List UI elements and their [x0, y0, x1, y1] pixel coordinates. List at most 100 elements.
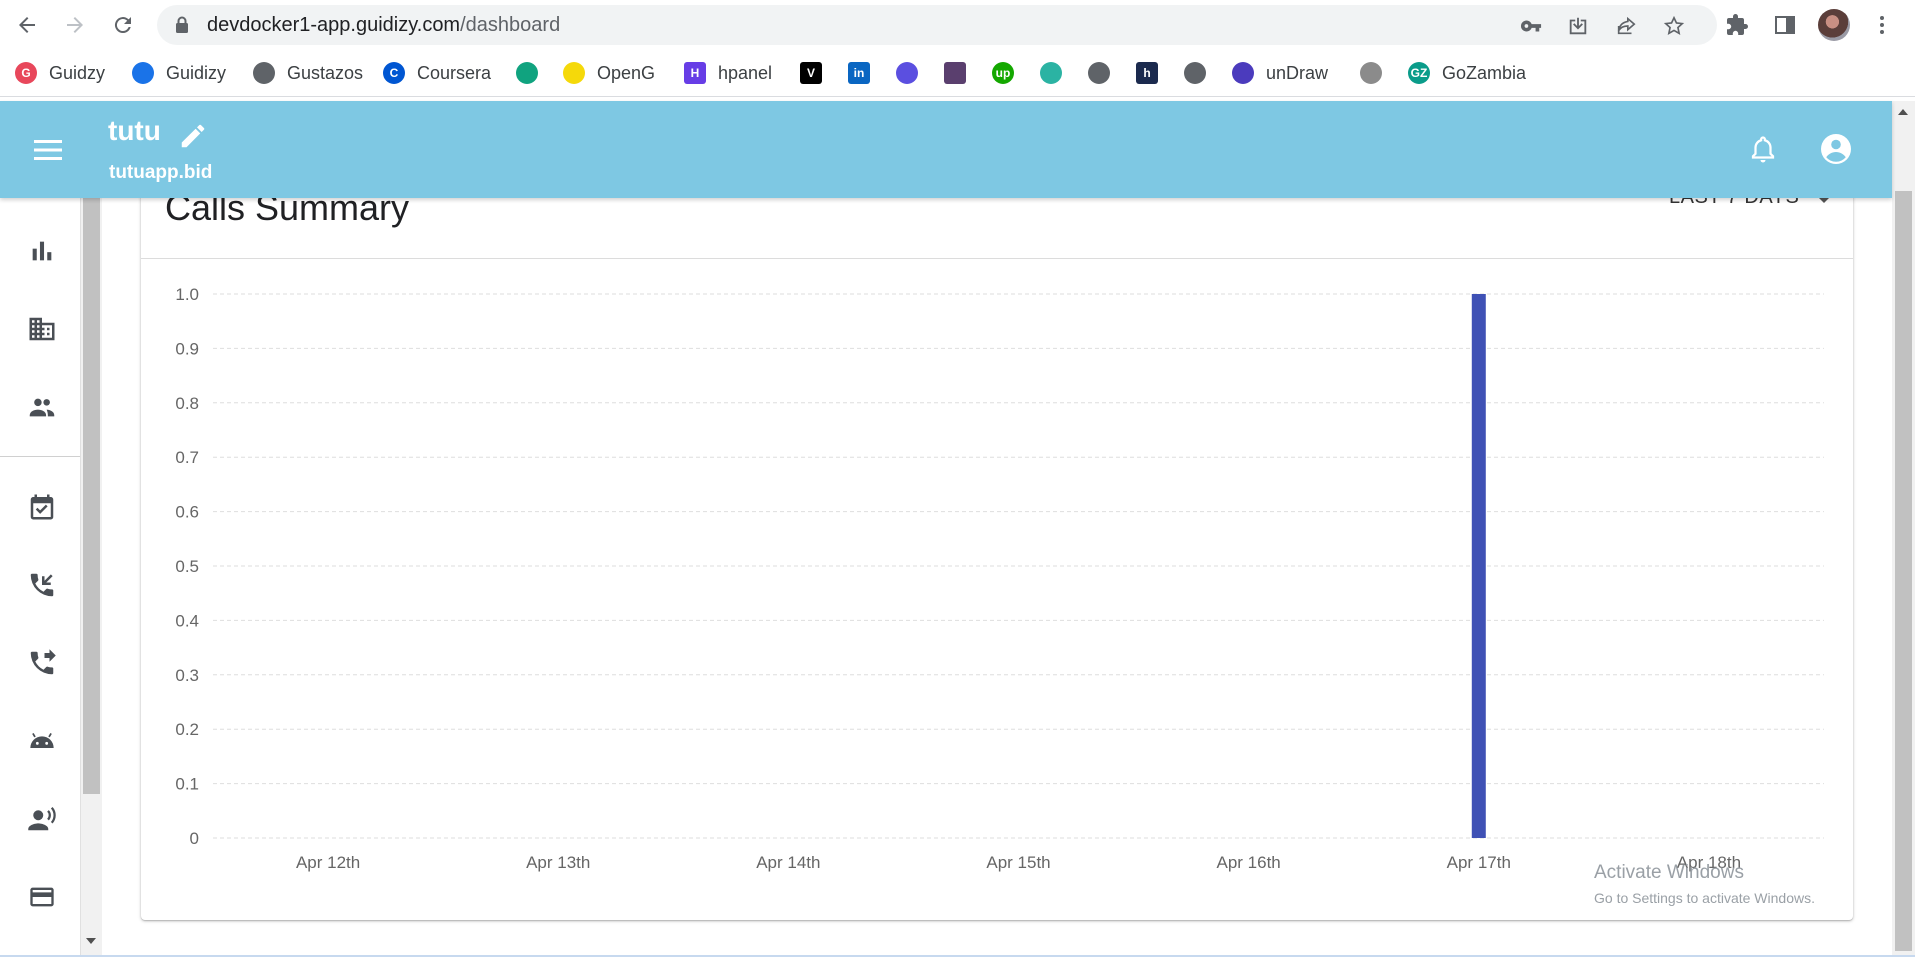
sidebar-item-incoming-calls[interactable] — [26, 569, 58, 601]
globe-icon — [1184, 62, 1206, 84]
bookmark-h[interactable]: h — [1136, 60, 1158, 86]
lock-icon[interactable] — [175, 16, 189, 39]
y-tick-label: 0.7 — [175, 448, 199, 467]
bookmarks-bar: G Guidzy Guidizy Gustazos C Coursera OpenG Hhpa… — [0, 50, 1915, 97]
bookmark-globe[interactable] — [1088, 60, 1110, 86]
sidebar-item-users[interactable] — [26, 391, 58, 423]
people-icon — [29, 398, 55, 417]
reload-icon[interactable] — [111, 13, 135, 37]
bookmark-v[interactable]: V — [800, 60, 822, 86]
scroll-up-arrow[interactable] — [1898, 109, 1908, 115]
y-tick-label: 1.0 — [175, 285, 199, 304]
page-scrollbar[interactable] — [1892, 101, 1915, 957]
bookmark-openai[interactable] — [516, 60, 538, 86]
record-voice-icon — [28, 807, 56, 831]
phone-forwarded-icon — [30, 649, 56, 675]
building-icon — [29, 317, 55, 341]
scroll-down-arrow[interactable] — [86, 938, 96, 944]
edit-icon[interactable] — [178, 121, 208, 156]
y-tick-label: 0.4 — [175, 611, 199, 630]
share-icon[interactable] — [1615, 15, 1637, 37]
x-tick-label: Apr 16th — [1217, 853, 1281, 872]
star-icon[interactable] — [1663, 15, 1685, 37]
bookmark-guidzy[interactable]: G Guidzy — [15, 60, 105, 86]
y-tick-label: 0 — [190, 829, 199, 848]
notifications-icon[interactable] — [1748, 133, 1778, 172]
openg-icon — [563, 62, 585, 84]
guidzy-icon: G — [15, 62, 37, 84]
sidebar-scrollbar[interactable] — [81, 198, 102, 957]
bookmark-squirrel[interactable] — [1360, 60, 1382, 86]
side-panel-icon[interactable] — [1773, 13, 1797, 37]
bookmark-label: Guidzy — [49, 62, 106, 83]
undraw-icon — [1232, 62, 1254, 84]
sidebar-item-events[interactable] — [26, 491, 58, 523]
globe-icon — [1088, 62, 1110, 84]
sidebar-scroll-thumb[interactable] — [83, 198, 100, 794]
bookmark-label: Guidizy — [166, 62, 227, 83]
bookmark-gozambia[interactable]: GZ GoZambia — [1408, 60, 1526, 86]
app-header: tutu tutuapp.bid — [0, 101, 1892, 198]
globe-icon — [253, 62, 275, 84]
v-icon: V — [800, 62, 822, 84]
back-icon[interactable] — [15, 13, 39, 37]
sidebar-item-analytics[interactable] — [26, 235, 58, 267]
watermark-title: Activate Windows — [1594, 862, 1744, 883]
bookmark-upwork[interactable]: up — [992, 60, 1014, 86]
bookmark-hpanel[interactable]: Hhpanel — [684, 60, 772, 86]
sidebar-item-billing[interactable] — [26, 881, 58, 913]
bookmark-guidizy[interactable]: Guidizy — [132, 60, 226, 86]
account-circle-icon[interactable] — [1818, 131, 1854, 172]
x-tick-label: Apr 14th — [756, 853, 820, 872]
bookmark-gustazos[interactable]: Gustazos — [253, 60, 363, 86]
y-tick-label: 0.3 — [175, 666, 199, 685]
sidebar-item-voice[interactable] — [26, 803, 58, 835]
bookmark-openg[interactable]: OpenG — [563, 60, 655, 86]
event-check-icon — [30, 494, 54, 520]
bookmark-label: OpenG — [597, 62, 656, 83]
key-icon[interactable] — [1520, 15, 1542, 37]
linkedin-icon: in — [848, 62, 870, 84]
guidizy-icon — [132, 62, 154, 84]
bookmark-globe[interactable] — [1184, 60, 1206, 86]
gozambia-icon: GZ — [1408, 62, 1430, 84]
photo-icon — [944, 62, 966, 84]
y-tick-label: 0.1 — [175, 775, 199, 794]
bookmark-undraw[interactable]: unDraw — [1232, 60, 1328, 86]
hostinger-icon: H — [684, 62, 706, 84]
bookmark-label: unDraw — [1266, 62, 1329, 83]
dropdown-caret-icon[interactable] — [1819, 198, 1829, 203]
sidebar-item-android[interactable] — [26, 725, 58, 757]
bookmark-photo[interactable] — [944, 60, 966, 86]
y-tick-label: 0.5 — [175, 557, 199, 576]
bookmark-coursera[interactable]: C Coursera — [383, 60, 491, 86]
address-bar[interactable]: devdocker1-app.guidizy.com/dashboard — [157, 5, 1717, 45]
profile-avatar[interactable] — [1818, 9, 1850, 41]
extensions-icon[interactable] — [1725, 13, 1749, 37]
x-tick-label: Apr 17th — [1447, 853, 1511, 872]
browser-toolbar: devdocker1-app.guidizy.com/dashboard — [0, 0, 1915, 50]
y-tick-label: 0.9 — [175, 339, 199, 358]
sidebar-item-forwarded-calls[interactable] — [26, 647, 58, 679]
url-text[interactable]: devdocker1-app.guidizy.com/dashboard — [207, 5, 560, 45]
sidebar-item-companies[interactable] — [26, 313, 58, 345]
forward-icon[interactable] — [63, 13, 87, 37]
more-vert-icon[interactable] — [1870, 13, 1894, 37]
y-tick-label: 0.2 — [175, 720, 199, 739]
install-app-icon[interactable] — [1567, 15, 1589, 37]
menu-icon[interactable] — [32, 137, 64, 168]
app-title: tutu — [108, 115, 161, 146]
x-tick-label: Apr 15th — [986, 853, 1050, 872]
x-tick-label: Apr 13th — [526, 853, 590, 872]
squirrel-icon — [1360, 62, 1382, 84]
bookmark-leaf[interactable] — [1040, 60, 1062, 86]
bookmark-label: Coursera — [417, 62, 492, 83]
bookmark-hex[interactable] — [896, 60, 918, 86]
page-scroll-thumb[interactable] — [1895, 191, 1912, 951]
activate-windows-watermark: Activate Windows Go to Settings to activ… — [1594, 862, 1815, 906]
credit-card-icon — [30, 887, 54, 907]
calls-bar-chart: 0 0.1 0.2 0.3 0.4 0.5 0.6 0.7 0.8 0.9 1.0 Apr 12th A… — [175, 285, 1824, 872]
bookmark-linkedin[interactable]: in — [848, 60, 870, 86]
upwork-icon: up — [992, 62, 1014, 84]
bar-apr-17th — [1471, 294, 1486, 838]
